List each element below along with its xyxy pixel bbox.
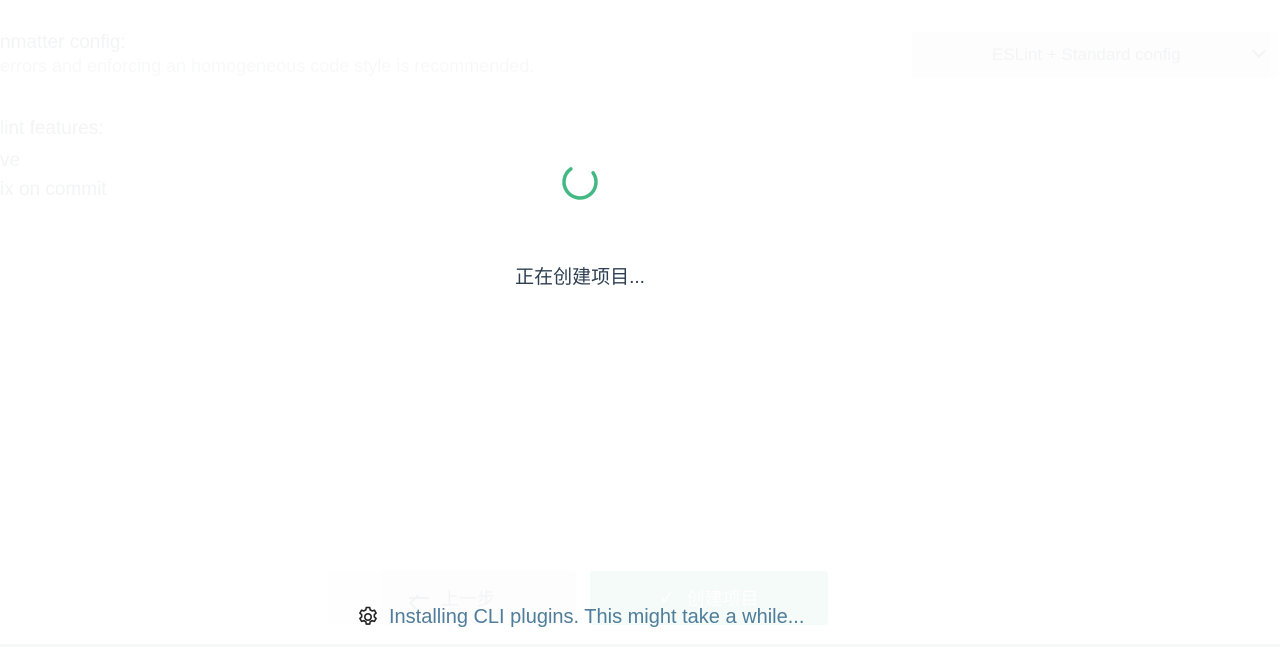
loading-status-text: Installing CLI plugins. This might take …: [389, 605, 805, 628]
project-create-screen: nmatter config: errors and enforcing an …: [0, 0, 1280, 647]
loading-status: Installing CLI plugins. This might take …: [356, 604, 804, 630]
gear-icon: [356, 605, 380, 629]
loading-title: 正在创建项目...: [515, 267, 645, 288]
spinner-icon: [561, 163, 599, 201]
loading-overlay: 正在创建项目... Installing CLI plugins. This m…: [0, 0, 1280, 647]
